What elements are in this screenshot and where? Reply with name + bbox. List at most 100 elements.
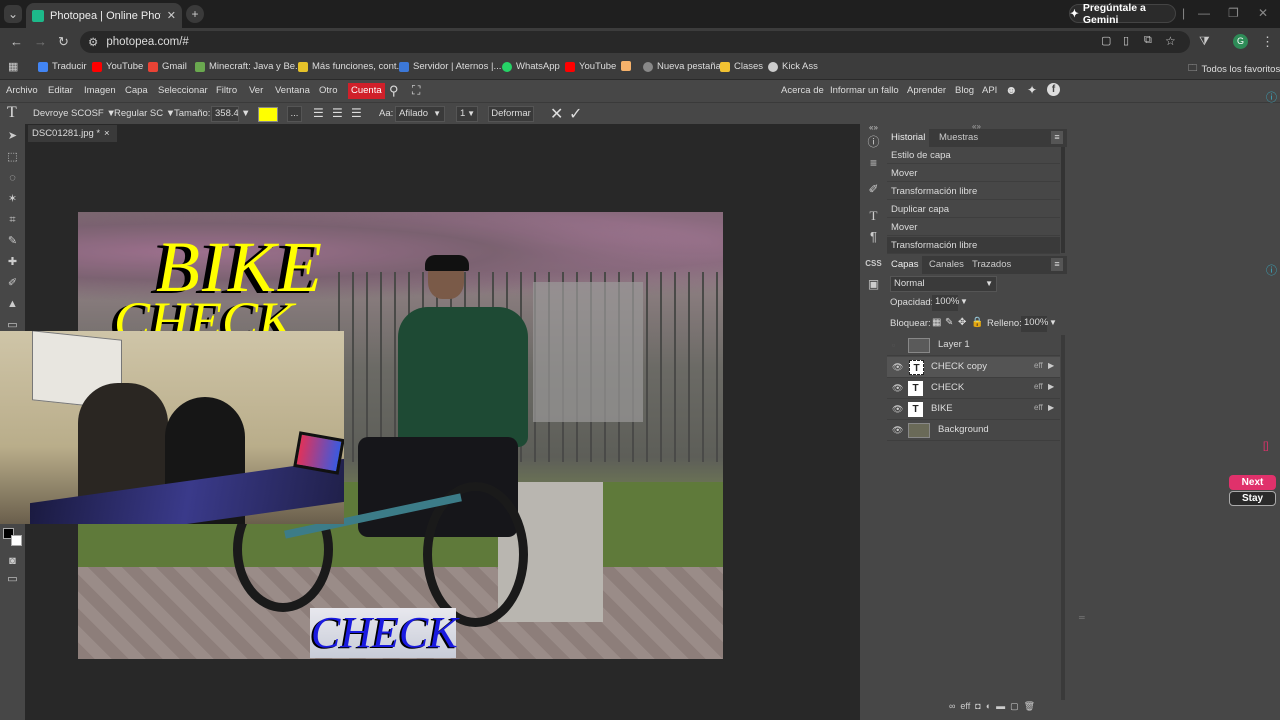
delete-layer-icon[interactable]: 🗑 [1024,701,1035,715]
bookmark-item[interactable] [621,61,631,71]
stay-button[interactable]: Stay [1229,491,1276,506]
close-document-icon[interactable]: × [104,125,110,142]
magic-wand-icon[interactable]: ✶ [5,192,20,207]
marquee-tool-icon[interactable]: ⬚ [5,150,20,165]
layer-row[interactable]: 👁 T BIKE eff ▶ [887,399,1060,420]
chevron-down-icon[interactable]: ▼ [241,108,250,119]
eyedropper-icon[interactable]: ✎ [5,234,20,249]
stamp-tool-icon[interactable]: ▲ [5,297,20,312]
lock-paint-icon[interactable]: ✎ [945,317,953,328]
bookmark-item[interactable]: Kick Ass [768,61,818,72]
menu-otro[interactable]: Otro [319,85,337,96]
gemini-button[interactable]: ✦ Pregúntale a Gemini [1069,2,1176,26]
new-group-icon[interactable]: ▬ [996,701,1005,715]
link-informar[interactable]: Informar un fallo [830,85,899,96]
crop-tool-icon[interactable]: ⌗ [5,213,20,228]
font-size-input[interactable]: 358.4t [211,106,239,122]
menu-ventana[interactable]: Ventana [275,85,310,96]
check-copy-text-layer[interactable]: CHECK [311,607,458,658]
healing-brush-icon[interactable]: ✚ [5,255,20,270]
omnibox[interactable]: ⚙ photopea.com/# [80,31,1190,53]
close-window-icon[interactable]: ✕ [1258,6,1268,20]
history-item[interactable]: Duplicar capa [887,201,1060,218]
eye-icon[interactable]: 👁 [892,404,903,415]
extensions-icon[interactable]: ⧩ [1199,34,1210,49]
layer-row[interactable]: 👁 T CHECK eff ▶ [887,378,1060,399]
more-options-button[interactable]: ... [287,106,302,122]
css-icon[interactable]: CSS [865,255,882,272]
align-right-icon[interactable]: ☰ [351,106,362,120]
align-left-icon[interactable]: ☰ [313,106,324,120]
lock-pixels-icon[interactable]: ▦ [932,317,941,328]
link-acerca[interactable]: Acerca de [781,85,824,96]
link-aprender[interactable]: Aprender [907,85,946,96]
screenshot-icon[interactable]: ▢ [1101,34,1111,47]
menu-archivo[interactable]: Archivo [6,85,38,96]
search-icon[interactable]: ⚲ [389,83,399,99]
expand-arrow-icon[interactable]: ▶ [1048,361,1054,370]
font-family-select[interactable]: Devroye SCOSF ▼ [33,108,116,119]
image-icon[interactable]: ▣ [865,276,882,293]
all-bookmarks[interactable]: 🗀 Todos los favoritos [1188,61,1280,77]
brush-tool-icon[interactable]: ✐ [5,276,20,291]
forward-icon[interactable]: → [34,34,47,49]
layer-row-selected[interactable]: 👁 T CHECK copy eff ▶ [887,357,1060,378]
panel-menu-icon[interactable]: ≡ [1051,258,1063,271]
antialias-select[interactable]: Afilado ▼ [395,106,445,122]
tab-historial[interactable]: Historial [887,129,930,147]
opacity-input[interactable]: 100% [932,295,959,311]
bookmark-item[interactable]: YouTube [565,61,616,72]
layer-row[interactable]: 👁 Background [887,420,1060,441]
tab-trazados[interactable]: Trazados [968,256,1015,274]
bookmark-item[interactable]: WhatsApp [502,61,560,72]
bookmark-star-icon[interactable]: ☆ [1165,34,1176,48]
browser-tab[interactable]: Photopea | Online Photo Editor ✕ [26,3,182,28]
move-tool-icon[interactable]: ➤ [5,129,20,144]
info-icon[interactable]: ⓘ [1266,89,1277,105]
bookmark-item[interactable]: Traducir [38,61,87,72]
bookmark-item[interactable]: Servidor | Aternos |... [399,61,501,72]
info-icon[interactable]: ⓘ [1266,262,1277,278]
back-icon[interactable]: ← [10,34,23,49]
quick-mask-icon[interactable]: ◙ [5,554,20,569]
eye-icon[interactable]: 👁 [892,383,903,394]
paragraph-icon[interactable]: ¶ [865,228,882,245]
warp-button[interactable]: Deformar [488,106,534,122]
info-icon[interactable]: ⓘ [865,134,882,151]
blend-mode-select[interactable]: Normal ▼ [890,276,997,292]
fullscreen-icon[interactable]: ⛶ [412,83,420,98]
leading-select[interactable]: 1 ▼ [456,106,478,122]
more-menu-icon[interactable]: ⋮ [1261,34,1274,50]
chevron-down-icon[interactable]: ▼ [960,297,968,306]
text-tool-icon[interactable]: T [7,104,17,122]
eye-icon[interactable]: 👁 [892,425,903,436]
maximize-icon[interactable]: ❐ [1228,6,1239,20]
expand-arrow-icon[interactable]: ▶ [1048,403,1054,412]
new-layer-icon[interactable]: ▢ [1010,701,1019,715]
site-info-icon[interactable]: ⚙ [88,35,98,49]
align-center-icon[interactable]: ☰ [332,106,343,120]
visibility-toggle-icon[interactable]: ▫ [892,340,903,351]
expand-arrow-icon[interactable]: ▶ [1048,382,1054,391]
lasso-tool-icon[interactable]: ◌ [5,171,20,186]
panel-menu-icon[interactable]: ≡ [1051,131,1063,144]
menu-capa[interactable]: Capa [125,85,148,96]
chevron-down-icon[interactable]: ▼ [1049,318,1057,327]
tab-search-icon[interactable]: ⌄ [4,5,22,23]
effects-icon[interactable]: eff [1034,403,1043,412]
bookmark-item[interactable]: Más funciones, cont... [298,61,404,72]
bookmark-item[interactable]: Minecraft: Java y Be... [195,61,303,72]
tab-canales[interactable]: Canales [925,256,968,274]
bookmark-item[interactable]: Clases [720,61,763,72]
effects-icon[interactable]: eff [1034,382,1043,391]
add-mask-icon[interactable]: ◘ [975,701,980,715]
adjustment-layer-icon[interactable]: ◐ [986,701,991,715]
lock-all-icon[interactable]: 🔒 [971,317,983,328]
background-color-swatch[interactable] [11,535,22,546]
link-layers-icon[interactable]: ∞ [949,701,955,715]
history-item[interactable]: Transformación libre [887,183,1060,200]
history-item-current[interactable]: Transformación libre [887,237,1060,254]
fill-input[interactable]: 100% [1021,316,1048,332]
share-icon[interactable]: ⧉ [1144,34,1152,47]
menu-filtro[interactable]: Filtro [216,85,237,96]
